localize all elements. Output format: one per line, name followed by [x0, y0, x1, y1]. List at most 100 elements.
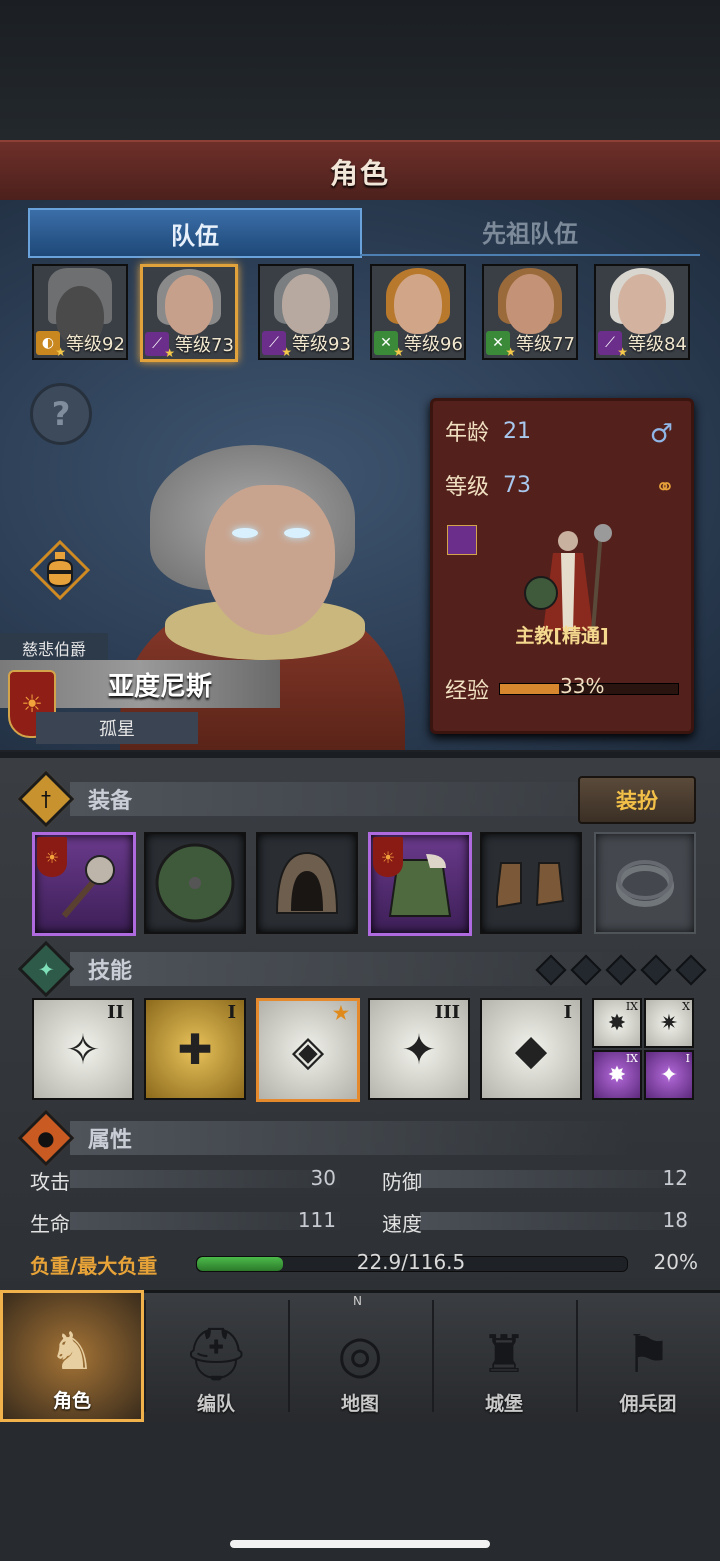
home-indicator[interactable] — [230, 1540, 490, 1548]
section-divider — [70, 1121, 630, 1155]
nav-formation[interactable]: ⛑ 编队 — [144, 1290, 288, 1422]
help-button[interactable]: ? — [30, 383, 92, 445]
skill-slot-5[interactable]: I ◆ — [480, 998, 582, 1100]
equip-slot-shield[interactable] — [144, 832, 246, 934]
skill-slot-3[interactable]: ★ ◈ — [256, 998, 360, 1102]
honor-title: 慈悲伯爵 — [0, 633, 108, 663]
round-shield-icon — [155, 843, 235, 923]
exp-percent: 33% — [560, 674, 605, 698]
title-banner: 角色 — [0, 140, 720, 204]
burst-icon: ✷ — [659, 1010, 679, 1036]
nav-mercenaries[interactable]: ⚑ 佣兵团 — [576, 1290, 720, 1422]
roster-portrait-3[interactable]: ⟋ ★ 等级93 — [258, 264, 354, 360]
weight-percent: 20% — [653, 1250, 698, 1274]
roster-level: 等级93 — [292, 334, 351, 355]
holy-burst-skill-icon: ✦ — [401, 1024, 437, 1074]
passive-skill-1[interactable]: IX ✸ — [592, 998, 642, 1048]
portrait-face — [394, 274, 442, 334]
roster-level: 等级96 — [404, 334, 463, 355]
skill-rank: III — [434, 1002, 460, 1023]
ring-icon — [616, 860, 674, 907]
tab-team[interactable]: 队伍 — [28, 208, 362, 258]
roster-portrait-1[interactable]: ◐ ★ 等级92 — [32, 264, 128, 360]
staff-icon: ⟋ ★ — [598, 331, 628, 358]
person-icon: ● — [17, 1109, 75, 1167]
burst-icon: ✸ — [607, 1062, 627, 1088]
level-row: 等级 73 — [445, 469, 531, 501]
roster-portrait-4[interactable]: ✕ ★ 等级96 — [370, 264, 466, 360]
male-icon: ♂ — [649, 419, 673, 449]
passive-skill-4[interactable]: I ✦ — [644, 1050, 694, 1100]
sun-crest-icon: ☀ — [373, 837, 403, 877]
blessing-skill-icon: ◆ — [514, 1024, 548, 1074]
exp-label: 经验 — [445, 679, 490, 704]
speed-label: 速度 — [382, 1212, 422, 1236]
nav-castle[interactable]: ♜ 城堡 — [432, 1290, 576, 1422]
equip-slot-boots[interactable] — [480, 832, 582, 934]
attack-label: 攻击 — [30, 1170, 70, 1194]
nav-character[interactable]: ♞ 角色 — [0, 1290, 144, 1422]
page-title: 角色 — [329, 157, 390, 190]
boots-icon — [496, 862, 565, 909]
bow-icon: ✕ ★ — [374, 331, 404, 358]
skills-title: 技能 — [88, 959, 133, 984]
equip-slot-weapon[interactable]: ☀ — [32, 832, 136, 936]
portrait-face — [165, 275, 213, 335]
roster-level: 等级84 — [628, 334, 687, 355]
nav-label: 编队 — [196, 1393, 235, 1415]
roster-portrait-5[interactable]: ✕ ★ 等级77 — [482, 264, 578, 360]
bow-icon: ✕ ★ — [486, 331, 516, 358]
staff-icon — [447, 525, 477, 555]
nav-label: 城堡 — [484, 1393, 523, 1415]
section-divider — [70, 782, 630, 816]
equip-slot-armor[interactable]: ☀ — [368, 832, 472, 936]
knight-icon: ♞ — [48, 1322, 96, 1382]
skill-slot-1[interactable]: II ✧ — [32, 998, 134, 1100]
dress-up-button[interactable]: 装扮 — [578, 776, 696, 824]
potion-button[interactable] — [30, 540, 90, 600]
nav-map[interactable]: ◎ 地图 — [288, 1290, 432, 1422]
castle-icon: ♜ — [480, 1325, 528, 1385]
speed-value: 18 — [662, 1208, 688, 1232]
equipment-title: 装备 — [88, 789, 133, 814]
question-icon: ? — [51, 395, 71, 433]
potion-icon — [30, 540, 90, 600]
compass-icon: ◎ — [337, 1325, 383, 1385]
roster-portrait-6[interactable]: ⟋ ★ 等级84 — [594, 264, 690, 360]
skill-rank: IX — [625, 1000, 638, 1013]
defense-label: 防御 — [382, 1170, 422, 1194]
staff-icon: ⟋ ★ — [145, 332, 175, 359]
skill-rank: X — [682, 1000, 690, 1013]
tab-ancestor-team[interactable]: 先祖队伍 — [360, 208, 700, 256]
hood-icon — [275, 851, 339, 914]
equip-slot-head[interactable] — [256, 832, 358, 934]
roster-level-row: ◐ ★ 等级92 — [36, 330, 126, 358]
level-label: 等级 — [445, 475, 490, 500]
roster-level-row: ⟋ ★ 等级73 — [145, 331, 235, 359]
attack-value: 30 — [310, 1166, 336, 1190]
skill-rank: II — [107, 1002, 124, 1023]
hero-face-art — [205, 485, 335, 635]
roster-level-row: ✕ ★ 等级96 — [374, 330, 464, 358]
hp-label: 生命 — [30, 1212, 70, 1236]
equip-slot-ring[interactable] — [594, 832, 696, 934]
age-label: 年龄 — [445, 421, 490, 446]
drain-skill-icon: ✧ — [65, 1024, 101, 1074]
skills-header: ✦ 技能 — [17, 940, 133, 998]
skill-rank: I — [685, 1052, 690, 1065]
roster-level-row: ✕ ★ 等级77 — [486, 330, 576, 358]
age-row: 年龄 21 — [445, 415, 531, 447]
skill-slot-4[interactable]: III ✦ — [368, 998, 470, 1100]
roster-level: 等级77 — [516, 334, 575, 355]
exp-bar: 33% — [499, 674, 680, 698]
roster-portrait-2[interactable]: ⟋ ★ 等级73 — [140, 264, 238, 362]
equipment-header: † 装备 — [17, 770, 133, 828]
passive-skill-2[interactable]: X ✷ — [644, 998, 694, 1048]
portrait-face — [282, 274, 330, 334]
sun-crest-icon: ☀ — [37, 837, 67, 877]
skill-slot-2[interactable]: I ✚ — [144, 998, 246, 1100]
weight-label: 负重/最大负重 — [30, 1254, 158, 1278]
passive-skill-3[interactable]: IX ✸ — [592, 1050, 642, 1100]
portrait-face — [618, 274, 666, 334]
shield-icon: ◐ ★ — [36, 331, 66, 358]
